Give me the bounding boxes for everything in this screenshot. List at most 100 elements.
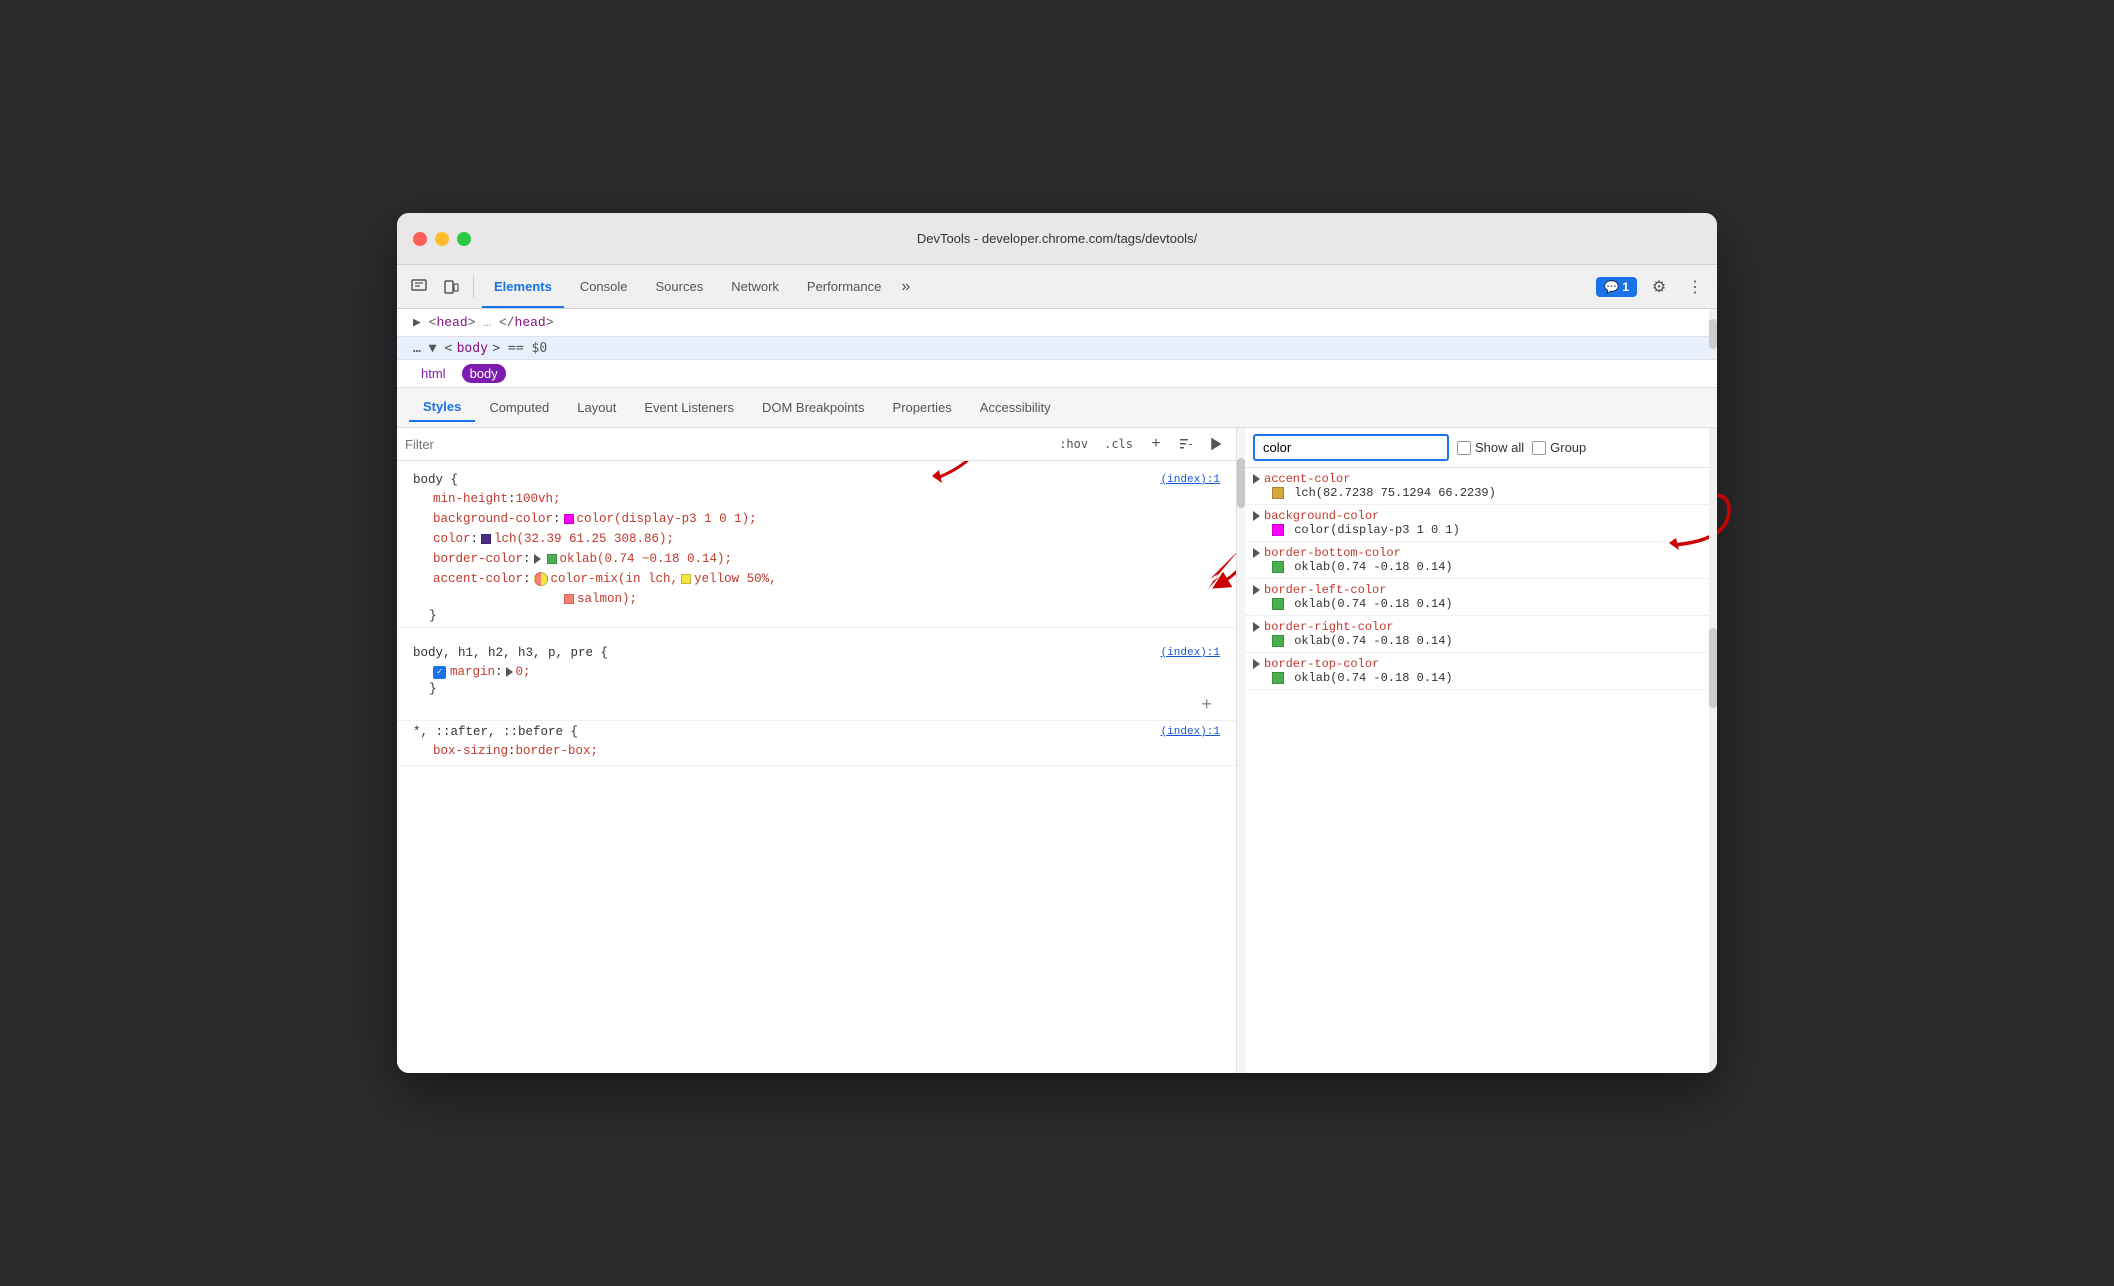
computed-scrollbar-thumb[interactable] [1709,628,1717,708]
sub-tab-accessibility[interactable]: Accessibility [966,394,1065,421]
css-selector-body: body { (index):1 [413,473,1220,487]
new-style-rule-button[interactable] [1174,432,1198,456]
prop-name-accent[interactable]: accent-color [433,569,523,589]
prop-value-accent-2: yellow 50%, [694,569,777,589]
settings-icon[interactable]: ⚙ [1645,273,1673,301]
accent-color-swatch[interactable] [534,572,548,586]
computed-border-right-swatch[interactable] [1272,635,1284,647]
minimize-button[interactable] [435,232,449,246]
titlebar: DevTools - developer.chrome.com/tags/dev… [397,213,1717,265]
css-prop-accent-salmon: salmon); [413,589,1220,609]
css-rule-body: body { (index):1 min-height : 100vh; bac… [397,469,1236,628]
add-style-rule-button[interactable]: + [1144,432,1168,456]
css-source-link-2[interactable]: (index):1 [1161,647,1220,659]
css-selector-text-3: *, ::after, ::before { [413,725,578,739]
expand-margin[interactable] [506,667,513,677]
prop-name-border-color[interactable]: border-color [433,549,523,569]
computed-border-left-swatch[interactable] [1272,598,1284,610]
css-prop-color: color : lch(32.39 61.25 308.86); [413,529,1220,549]
expand-border-top[interactable] [1253,659,1260,669]
css-source-link-3[interactable]: (index):1 [1161,726,1220,738]
computed-border-top-swatch[interactable] [1272,672,1284,684]
group-label: Group [1550,440,1586,455]
prop-name-color[interactable]: color [433,529,471,549]
expand-border-left[interactable] [1253,585,1260,595]
css-selector-universal: *, ::after, ::before { (index):1 [413,725,1220,739]
tab-console[interactable]: Console [568,273,640,300]
bg-color-swatch[interactable] [564,514,574,524]
computed-item-accent-header: accent-color [1253,472,1701,486]
border-color-swatch[interactable] [547,554,557,564]
chat-badge[interactable]: 💬 1 [1596,277,1637,297]
tab-sources[interactable]: Sources [644,273,716,300]
prop-name-margin[interactable]: margin [450,662,495,682]
sub-tab-dom-breakpoints[interactable]: DOM Breakpoints [748,394,879,421]
show-all-checkbox-box[interactable] [1457,441,1471,455]
prop-value-accent-1: color-mix(in lch, [551,569,679,589]
toggle-changes-button[interactable] [1204,432,1228,456]
prop-name-bg[interactable]: background-color [433,509,553,529]
computed-scrollbar [1709,428,1717,1073]
computed-items-list: accent-color lch(82.7238 75.1294 66.2239… [1245,468,1709,1073]
prop-name-min-height[interactable]: min-height [433,489,508,509]
group-checkbox[interactable]: Group [1532,440,1586,455]
computed-prop-border-left: border-left-color [1264,583,1386,597]
yellow-swatch[interactable] [681,574,691,584]
expand-accent-color[interactable] [1253,474,1260,484]
breadcrumb-body[interactable]: body [462,364,506,383]
computed-border-top-text: oklab(0.74 -0.18 0.14) [1294,671,1452,685]
computed-border-bottom-swatch[interactable] [1272,561,1284,573]
computed-bg-swatch[interactable] [1272,524,1284,536]
css-selector-headings: body, h1, h2, h3, p, pre { (index):1 [413,646,1220,660]
expand-border-bottom[interactable] [1253,548,1260,558]
more-tabs-button[interactable]: » [897,274,914,300]
computed-bg-text: color(display-p3 1 0 1) [1294,523,1460,537]
main-content: :hov .cls + [397,428,1717,1073]
color-swatch[interactable] [481,534,491,544]
computed-border-right-text: oklab(0.74 -0.18 0.14) [1294,634,1452,648]
salmon-swatch[interactable] [564,594,574,604]
expand-border-color[interactable] [534,554,541,564]
red-arrow-1 [1190,544,1236,601]
styles-filter-input[interactable] [405,437,1048,452]
close-button[interactable] [413,232,427,246]
hov-button[interactable]: :hov [1054,435,1093,453]
device-toggle-icon[interactable] [437,273,465,301]
maximize-button[interactable] [457,232,471,246]
prop-value-border-color: oklab(0.74 −0.18 0.14); [560,549,733,569]
computed-item-border-left: border-left-color oklab(0.74 -0.18 0.14) [1245,579,1709,616]
sub-tab-styles[interactable]: Styles [409,393,475,422]
expand-border-right[interactable] [1253,622,1260,632]
styles-scrollbar-thumb[interactable] [1237,458,1245,508]
inspector-icon[interactable] [405,273,433,301]
sub-tab-computed[interactable]: Computed [475,394,563,421]
computed-border-left-text: oklab(0.74 -0.18 0.14) [1294,597,1452,611]
expand-bg-color[interactable] [1253,511,1260,521]
computed-panel: Show all Group accent-color l [1245,428,1709,1073]
margin-checkbox[interactable] [433,666,446,679]
breadcrumb-html[interactable]: html [413,364,454,383]
dom-head[interactable]: ▶ <head> … </head> [413,313,1701,332]
tab-elements[interactable]: Elements [482,273,564,300]
computed-item-accent-color: accent-color lch(82.7238 75.1294 66.2239… [1245,468,1709,505]
sub-tab-properties[interactable]: Properties [879,394,966,421]
cls-button[interactable]: .cls [1099,435,1138,453]
tab-network[interactable]: Network [719,273,791,300]
dom-body-line[interactable]: … ▼ < body > == $0 [397,337,1717,359]
prop-name-box-sizing[interactable]: box-sizing [433,741,508,761]
sub-tab-event-listeners[interactable]: Event Listeners [630,394,748,421]
computed-accent-swatch[interactable] [1272,487,1284,499]
sub-tab-layout[interactable]: Layout [563,394,630,421]
css-rule-universal: *, ::after, ::before { (index):1 box-siz… [397,721,1236,766]
show-all-checkbox[interactable]: Show all [1457,440,1524,455]
tab-performance[interactable]: Performance [795,273,893,300]
computed-item-border-right-header: border-right-color [1253,620,1701,634]
css-prop-accent-color: accent-color : color-mix(in lch, yellow … [413,569,1220,589]
add-rule-button[interactable]: + [413,696,1220,716]
prop-value-color: lch(32.39 61.25 308.86); [494,529,674,549]
css-source-link[interactable]: (index):1 [1161,474,1220,486]
more-menu-icon[interactable]: ⋮ [1681,273,1709,301]
show-all-label: Show all [1475,440,1524,455]
group-checkbox-box[interactable] [1532,441,1546,455]
computed-search-input[interactable] [1253,434,1449,461]
